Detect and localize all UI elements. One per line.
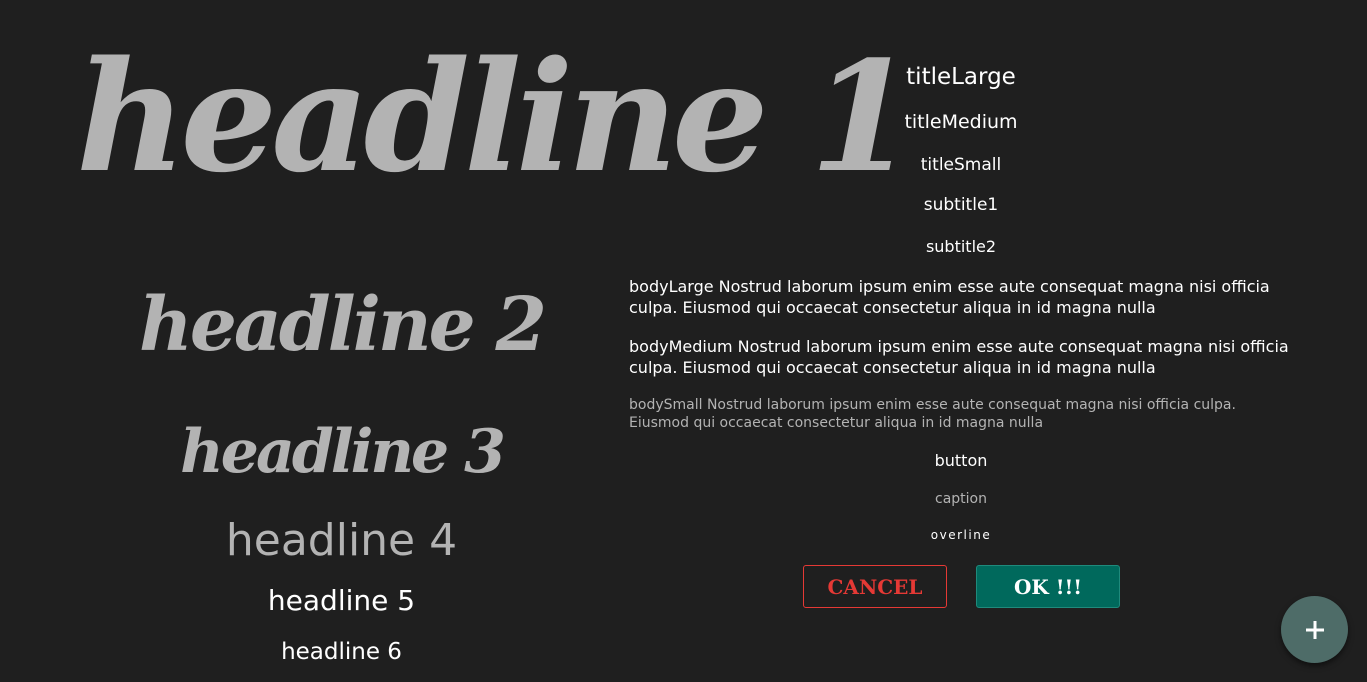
caption-style-sample: caption [935, 491, 987, 507]
body-large: bodyLarge Nostrud laborum ipsum enim ess… [629, 277, 1270, 317]
body-small: bodySmall Nostrud laborum ipsum enim ess… [629, 397, 1236, 431]
cancel-button[interactable]: CANCEL [803, 565, 947, 608]
headline-4: headline 4 [225, 515, 458, 566]
headline-3: headline 3 [180, 417, 506, 487]
headline-6: headline 6 [281, 639, 402, 665]
title-large: titleLarge [906, 64, 1016, 90]
overline-style-sample: overline [930, 528, 992, 542]
plus-icon [1304, 619, 1326, 641]
subtitle-1: subtitle1 [923, 195, 999, 215]
ok-button[interactable]: OK !!! [976, 565, 1120, 608]
title-small: titleSmall [920, 155, 1002, 175]
headline-2: headline 2 [139, 282, 547, 368]
title-medium: titleMedium [904, 111, 1018, 133]
subtitle-2: subtitle2 [925, 237, 997, 256]
headline-5: headline 5 [267, 584, 416, 617]
body-medium: bodyMedium Nostrud laborum ipsum enim es… [629, 337, 1289, 377]
button-style-sample: button [934, 451, 988, 470]
add-fab-button[interactable] [1281, 596, 1348, 663]
headlines-column: headline 1 headline 2 headline 3 headlin… [0, 0, 915, 682]
text-styles-column: titleLarge titleMedium titleSmall subtit… [629, 0, 1293, 682]
